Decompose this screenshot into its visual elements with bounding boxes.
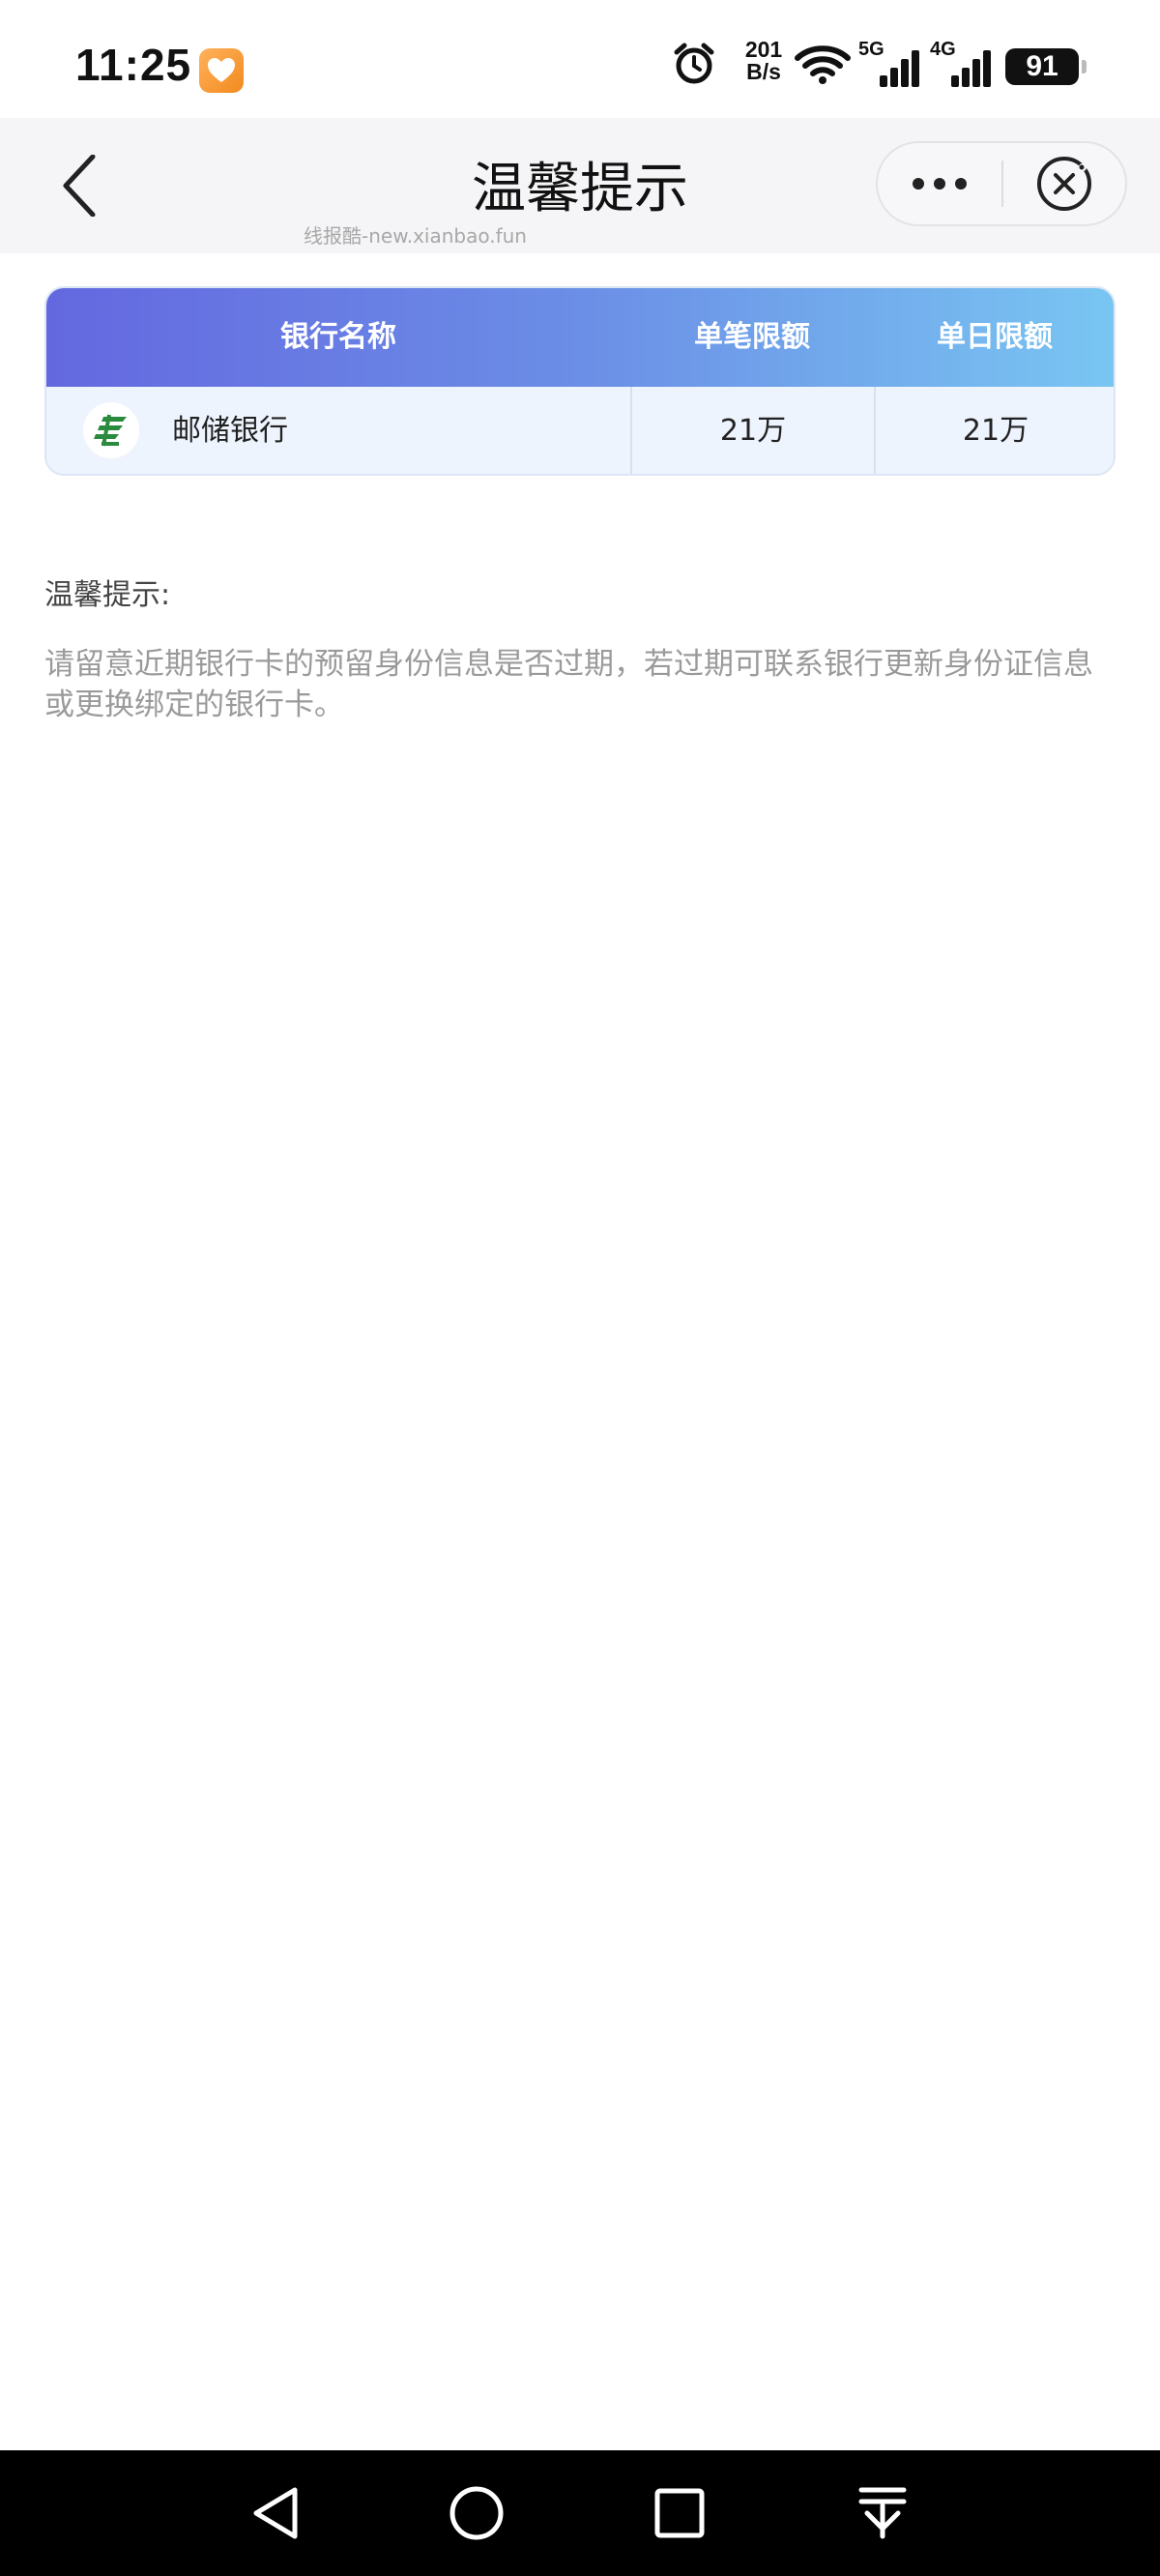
table-row: 邮储银行 21万 21万: [46, 387, 1114, 474]
triangle-back-icon: [253, 2487, 298, 2539]
tip-heading: 温馨提示:: [44, 578, 171, 612]
more-button[interactable]: [878, 143, 1001, 224]
system-navigation-bar: [0, 2450, 1160, 2576]
bank-name-label: 邮储银行: [172, 414, 288, 448]
pull-down-icon: [858, 2487, 907, 2539]
network-speed-value: 201: [744, 37, 783, 62]
circle-home-icon: [450, 2486, 504, 2540]
close-circle-icon: [1037, 157, 1091, 211]
close-button[interactable]: [1003, 143, 1125, 224]
signal-4g-icon: [934, 48, 992, 91]
table-header: 银行名称 单笔限额 单日限额: [46, 288, 1114, 387]
bank-limit-table: 银行名称 单笔限额 单日限额 邮储银行 21万 21万: [44, 286, 1116, 476]
cell-bank-name: 邮储银行: [46, 387, 630, 474]
status-time: 11:25: [75, 40, 192, 90]
header-daily-limit: 单日限额: [937, 320, 1053, 354]
battery-tip: [1082, 60, 1087, 73]
network-speed-unit: B/s: [746, 59, 781, 84]
battery-level: 91: [1026, 50, 1058, 82]
header-bank-name: 银行名称: [280, 320, 396, 354]
psbc-logo-icon: [83, 402, 139, 458]
system-recent-button[interactable]: [646, 2479, 713, 2547]
cell-daily-limit: 21万: [874, 387, 1114, 474]
system-back-button[interactable]: [242, 2479, 309, 2547]
app-notification-icon: [199, 48, 244, 93]
cell-single-limit: 21万: [630, 387, 874, 474]
mini-program-capsule: [876, 141, 1127, 226]
signal-5g-icon: [862, 48, 920, 91]
battery-indicator: 91: [1005, 48, 1079, 85]
status-bar: 11:25 201 B/s 5G 4G 91: [0, 0, 1160, 118]
network-speed: 201 B/s: [735, 39, 793, 83]
square-recent-icon: [654, 2488, 705, 2538]
tip-body: 请留意近期银行卡的预留身份信息是否过期，若过期可联系银行更新身份证信息或更换绑定…: [44, 647, 1093, 722]
status-icons: 201 B/s 5G 4G 91: [580, 39, 1160, 87]
watermark-text: 线报酷-new.xianbao.fun: [304, 224, 527, 248]
header-single-limit: 单笔限额: [694, 320, 810, 354]
wifi-icon: [795, 44, 851, 89]
system-pulldown-button[interactable]: [849, 2479, 916, 2547]
system-home-button[interactable]: [443, 2479, 510, 2547]
more-dots-icon: [913, 178, 967, 190]
alarm-icon: [673, 43, 715, 89]
nav-bar: 温馨提示 线报酷-new.xianbao.fun: [0, 118, 1160, 253]
